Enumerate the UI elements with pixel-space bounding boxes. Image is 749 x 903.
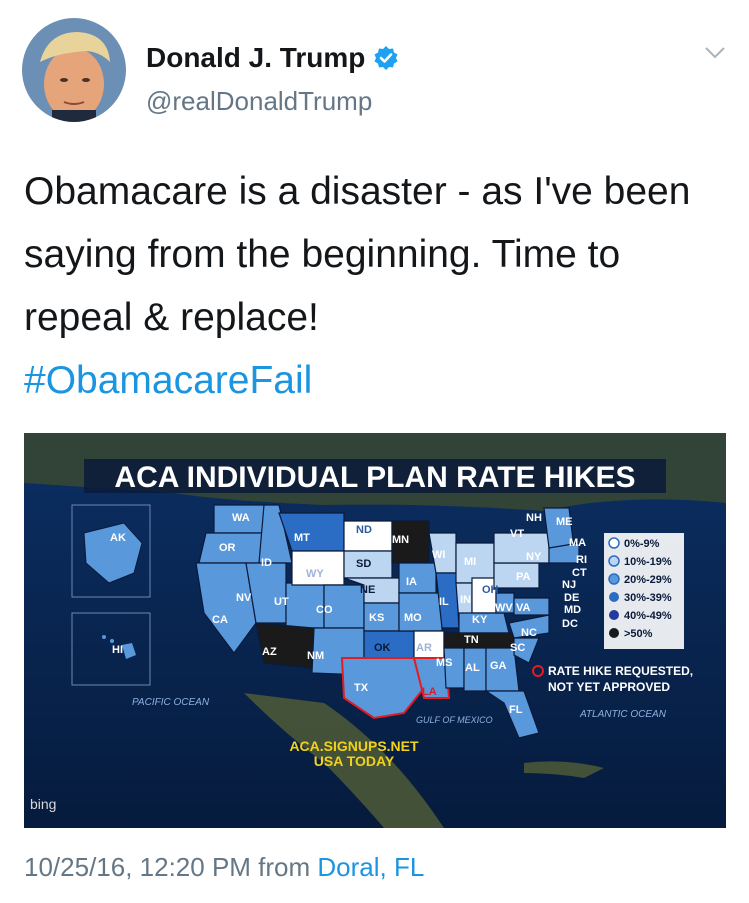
avatar-image (22, 18, 126, 122)
state-label: AZ (262, 646, 277, 658)
state-label: MT (294, 532, 310, 544)
source-label: ACA.SIGNUPS.NET (289, 738, 419, 754)
state-label: CA (212, 614, 228, 626)
tweet-text: Obamacare is a disaster - as I've been s… (24, 160, 729, 412)
state-label: HI (112, 644, 123, 656)
bing-logo: bing (30, 796, 56, 812)
state-label: OH (482, 584, 499, 596)
state-label: WI (432, 549, 445, 561)
state-label: MN (392, 534, 409, 546)
pacific-ocean-label: PACIFIC OCEAN (132, 697, 210, 708)
legend-item: 10%-19% (624, 556, 672, 568)
state-label: DE (564, 592, 579, 604)
hashtag-link[interactable]: #ObamacareFail (24, 349, 729, 412)
state-label: UT (274, 596, 289, 608)
state-label: NJ (562, 579, 576, 591)
state-label: IN (460, 594, 471, 606)
state-label: WY (306, 568, 324, 580)
state-label: TX (354, 682, 369, 694)
state-label: ND (356, 524, 372, 536)
state-label: MA (569, 537, 586, 549)
state-label: ID (261, 557, 272, 569)
state-label: IL (439, 596, 449, 608)
state-label: DC (562, 618, 578, 630)
state-label: MO (404, 612, 422, 624)
legend-item: 40%-49% (624, 610, 672, 622)
name-row: Donald J. Trump (146, 42, 399, 74)
verified-badge-icon (374, 46, 398, 70)
legend-item: 20%-29% (624, 574, 672, 586)
legend-item: >50% (624, 628, 653, 640)
source-label: USA TODAY (314, 753, 395, 769)
state-label: VT (510, 528, 524, 540)
tweet-footer: 10/25/16, 12:20 PM from Doral, FL (24, 852, 424, 883)
tweet-line: saying from the beginning. Time to (24, 233, 621, 276)
atlantic-ocean-label: ATLANTIC OCEAN (579, 709, 667, 720)
state-label: AR (416, 642, 432, 654)
state-label: NY (526, 551, 542, 563)
state-label: WA (232, 512, 250, 524)
location-link[interactable]: Doral, FL (317, 852, 424, 882)
state-label: LA (422, 686, 437, 698)
state-label: WV (495, 602, 513, 614)
chevron-down-icon[interactable] (703, 40, 727, 64)
state-label: CO (316, 604, 333, 616)
author-handle[interactable]: @realDonaldTrump (146, 86, 372, 117)
state-label: SD (356, 558, 371, 570)
gulf-label: GULF OF MEXICO (416, 715, 493, 725)
state-label: VA (516, 602, 531, 614)
state-label: NC (521, 627, 537, 639)
timestamp[interactable]: 10/25/16, 12:20 PM from (24, 852, 317, 882)
map-title: ACA INDIVIDUAL PLAN RATE HIKES (114, 461, 635, 494)
state-label: KS (369, 612, 384, 624)
state-label: NH (526, 512, 542, 524)
rate-hike-note: NOT YET APPROVED (548, 680, 670, 694)
state-label: AK (110, 532, 126, 544)
state-label: MD (564, 604, 581, 616)
state-label: KY (472, 614, 488, 626)
state-label: NE (360, 584, 375, 596)
rate-hike-note: RATE HIKE REQUESTED, (548, 664, 693, 678)
tweet-line: Obamacare is a disaster - as I've been (24, 170, 691, 213)
state-label: TN (464, 634, 479, 646)
state-label: NM (307, 650, 324, 662)
tweet-header: Donald J. Trump @realDonaldTrump (22, 18, 727, 122)
legend-item: 0%-9% (624, 538, 660, 550)
state-label: NV (236, 592, 252, 604)
state-label: CT (572, 567, 587, 579)
state-label: MI (464, 556, 476, 568)
state-label: PA (516, 571, 531, 583)
state-label: RI (576, 554, 587, 566)
tweet-line: repeal & replace! (24, 296, 319, 339)
state-label: SC (510, 642, 525, 654)
state-label: FL (509, 704, 523, 716)
legend-item: 30%-39% (624, 592, 672, 604)
state-label: AL (465, 662, 480, 674)
aca-rate-hikes-map: ACA INDIVIDUAL PLAN RATE HIKES WA OR CA … (24, 433, 726, 828)
state-label: IA (406, 576, 417, 588)
tweet-media-image[interactable]: ACA INDIVIDUAL PLAN RATE HIKES WA OR CA … (24, 433, 726, 828)
state-label: GA (490, 660, 507, 672)
avatar[interactable] (22, 18, 126, 122)
state-label: OR (219, 542, 236, 554)
author-name[interactable]: Donald J. Trump (146, 42, 365, 74)
state-label: ME (556, 516, 573, 528)
state-label: MS (436, 657, 453, 669)
state-label: OK (374, 642, 391, 654)
